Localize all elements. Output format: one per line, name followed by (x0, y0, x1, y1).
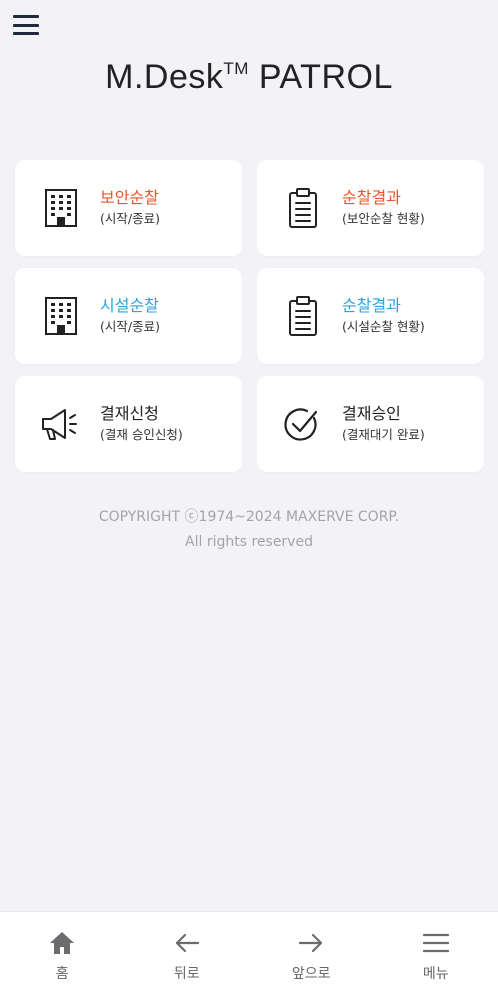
copyright-text: COPYRIGHT ⓒ1974~2024 MAXERVE CORP. (0, 505, 498, 530)
check-circle-icon (285, 402, 321, 446)
arrow-right-icon (296, 928, 326, 958)
trademark-mark: TM (223, 59, 249, 78)
security-result-subtitle: (보안순찰 현황) (342, 208, 425, 227)
clipboard-icon (285, 186, 321, 230)
rights-text: All rights reserved (0, 530, 498, 555)
bottom-nav: 홈 뒤로 앞으로 메뉴 (0, 911, 498, 1001)
megaphone-icon (43, 402, 79, 446)
approval-request-subtitle: (결재 승인신청) (100, 424, 183, 443)
nav-menu-label: 메뉴 (423, 963, 449, 983)
facility-result-title: 순찰결과 (342, 292, 401, 316)
approval-confirm-subtitle: (결재대기 완료) (342, 424, 425, 443)
hamburger-menu-icon[interactable] (13, 13, 39, 37)
nav-back-label: 뒤로 (174, 963, 200, 983)
approval-confirm-card[interactable]: 결재승인 (결재대기 완료) (257, 376, 484, 472)
nav-home-button[interactable]: 홈 (0, 912, 125, 1001)
nav-home-label: 홈 (56, 963, 69, 983)
security-patrol-subtitle: (시작/종료) (100, 208, 160, 227)
app-title: M.DeskTM PATROL (0, 58, 498, 97)
app-title-suffix: PATROL (249, 58, 393, 96)
approval-request-card[interactable]: 결재신청 (결재 승인신청) (15, 376, 242, 472)
facility-patrol-title: 시설순찰 (100, 292, 159, 316)
approval-request-title: 결재신청 (100, 400, 159, 424)
arrow-left-icon (172, 928, 202, 958)
facility-result-card[interactable]: 순찰결과 (시설순찰 현황) (257, 268, 484, 364)
building-icon (43, 294, 79, 338)
nav-back-button[interactable]: 뒤로 (125, 912, 250, 1001)
hamburger-line (13, 32, 39, 35)
home-icon (47, 928, 77, 958)
security-patrol-card[interactable]: 보안순찰 (시작/종료) (15, 160, 242, 256)
nav-forward-label: 앞으로 (292, 963, 331, 983)
nav-menu-button[interactable]: 메뉴 (374, 912, 498, 1001)
security-patrol-title: 보안순찰 (100, 184, 159, 208)
copyright-block: COPYRIGHT ⓒ1974~2024 MAXERVE CORP. All r… (0, 505, 498, 555)
facility-patrol-subtitle: (시작/종료) (100, 316, 160, 335)
hamburger-line (13, 15, 39, 18)
building-icon (43, 186, 79, 230)
hamburger-line (13, 24, 39, 27)
approval-confirm-title: 결재승인 (342, 400, 401, 424)
app-title-main: M.Desk (105, 58, 223, 96)
facility-patrol-card[interactable]: 시설순찰 (시작/종료) (15, 268, 242, 364)
security-result-card[interactable]: 순찰결과 (보안순찰 현황) (257, 160, 484, 256)
facility-result-subtitle: (시설순찰 현황) (342, 316, 425, 335)
clipboard-icon (285, 294, 321, 338)
nav-forward-button[interactable]: 앞으로 (249, 912, 374, 1001)
menu-icon (421, 928, 451, 958)
security-result-title: 순찰결과 (342, 184, 401, 208)
